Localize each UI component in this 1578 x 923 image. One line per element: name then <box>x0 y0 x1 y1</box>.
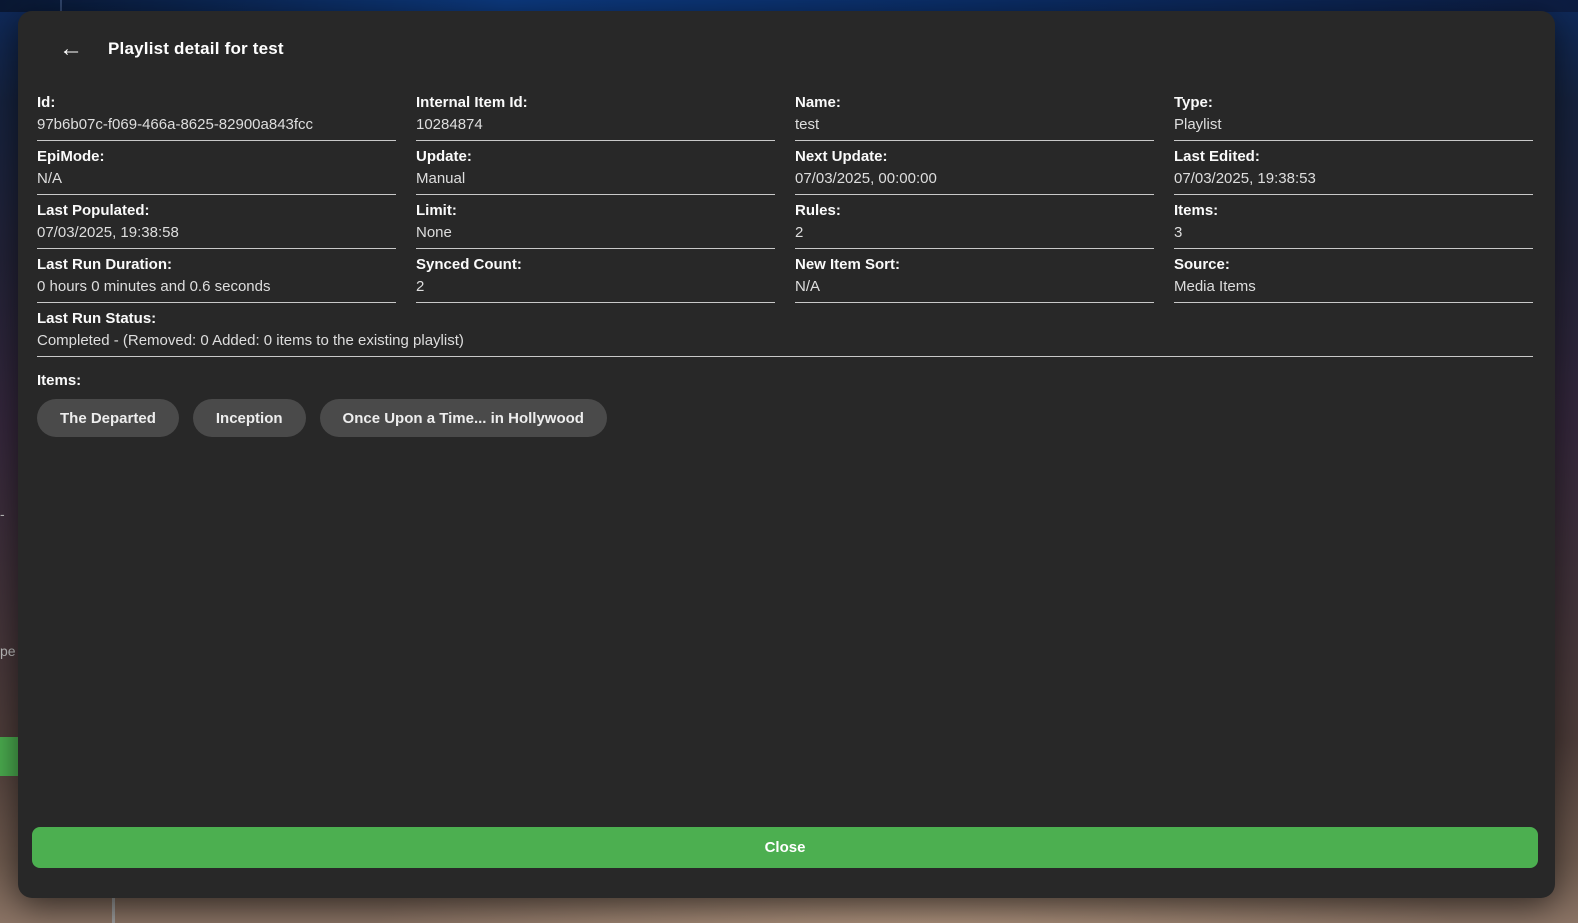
field-label: Name: <box>795 93 1154 112</box>
detail-fields-grid: Id: 97b6b07c-f069-466a-8625-82900a843fcc… <box>37 93 1533 363</box>
field-source: Source: Media Items <box>1174 255 1533 303</box>
field-label: EpiMode: <box>37 147 396 166</box>
field-label: Source: <box>1174 255 1533 274</box>
item-chips-row: The Departed Inception Once Upon a Time.… <box>37 399 1533 437</box>
field-value: 07/03/2025, 19:38:58 <box>37 222 396 249</box>
field-label: Last Run Status: <box>37 309 1533 328</box>
back-arrow-icon[interactable]: ← <box>59 38 83 60</box>
field-value: 3 <box>1174 222 1533 249</box>
items-section: Items: The Departed Inception Once Upon … <box>37 371 1533 437</box>
field-value: test <box>795 114 1154 141</box>
field-value: 0 hours 0 minutes and 0.6 seconds <box>37 276 396 303</box>
field-label: Last Run Duration: <box>37 255 396 274</box>
dialog-header: ← Playlist detail for test <box>18 11 1555 60</box>
field-last-edited: Last Edited: 07/03/2025, 19:38:53 <box>1174 147 1533 195</box>
field-label: Internal Item Id: <box>416 93 775 112</box>
field-value: None <box>416 222 775 249</box>
field-value: Playlist <box>1174 114 1533 141</box>
background-partial-text: pe <box>0 643 17 659</box>
field-limit: Limit: None <box>416 201 775 249</box>
field-name: Name: test <box>795 93 1154 141</box>
field-label: Id: <box>37 93 396 112</box>
field-value: 2 <box>416 276 775 303</box>
close-button[interactable]: Close <box>32 827 1538 868</box>
field-synced-count: Synced Count: 2 <box>416 255 775 303</box>
dialog-title: Playlist detail for test <box>108 39 284 59</box>
field-rules: Rules: 2 <box>795 201 1154 249</box>
field-last-run-duration: Last Run Duration: 0 hours 0 minutes and… <box>37 255 396 303</box>
field-value: 07/03/2025, 00:00:00 <box>795 168 1154 195</box>
field-label: Last Populated: <box>37 201 396 220</box>
field-label: New Item Sort: <box>795 255 1154 274</box>
field-label: Rules: <box>795 201 1154 220</box>
field-type: Type: Playlist <box>1174 93 1533 141</box>
field-value: 97b6b07c-f069-466a-8625-82900a843fcc <box>37 114 396 141</box>
field-value: 07/03/2025, 19:38:53 <box>1174 168 1533 195</box>
field-epimode: EpiMode: N/A <box>37 147 396 195</box>
field-label: Synced Count: <box>416 255 775 274</box>
items-section-label: Items: <box>37 371 1533 390</box>
field-label: Next Update: <box>795 147 1154 166</box>
field-id: Id: 97b6b07c-f069-466a-8625-82900a843fcc <box>37 93 396 141</box>
field-label: Update: <box>416 147 775 166</box>
background-window-border <box>112 898 115 923</box>
field-value: N/A <box>795 276 1154 303</box>
background-partial-text: - <box>0 506 17 522</box>
field-update: Update: Manual <box>416 147 775 195</box>
field-value: 10284874 <box>416 114 775 141</box>
field-value: 2 <box>795 222 1154 249</box>
item-chip[interactable]: Once Upon a Time... in Hollywood <box>320 399 607 437</box>
field-label: Items: <box>1174 201 1533 220</box>
field-next-update: Next Update: 07/03/2025, 00:00:00 <box>795 147 1154 195</box>
field-items-count: Items: 3 <box>1174 201 1533 249</box>
field-internal-item-id: Internal Item Id: 10284874 <box>416 93 775 141</box>
field-value: N/A <box>37 168 396 195</box>
field-value: Completed - (Removed: 0 Added: 0 items t… <box>37 330 1533 357</box>
field-label: Limit: <box>416 201 775 220</box>
field-last-populated: Last Populated: 07/03/2025, 19:38:58 <box>37 201 396 249</box>
field-value: Media Items <box>1174 276 1533 303</box>
field-new-item-sort: New Item Sort: N/A <box>795 255 1154 303</box>
field-last-run-status: Last Run Status: Completed - (Removed: 0… <box>37 309 1533 357</box>
field-label: Type: <box>1174 93 1533 112</box>
playlist-detail-dialog: ← Playlist detail for test Id: 97b6b07c-… <box>18 11 1555 898</box>
item-chip[interactable]: Inception <box>193 399 306 437</box>
field-value: Manual <box>416 168 775 195</box>
item-chip[interactable]: The Departed <box>37 399 179 437</box>
field-label: Last Edited: <box>1174 147 1533 166</box>
background-green-button-sliver <box>0 737 18 776</box>
